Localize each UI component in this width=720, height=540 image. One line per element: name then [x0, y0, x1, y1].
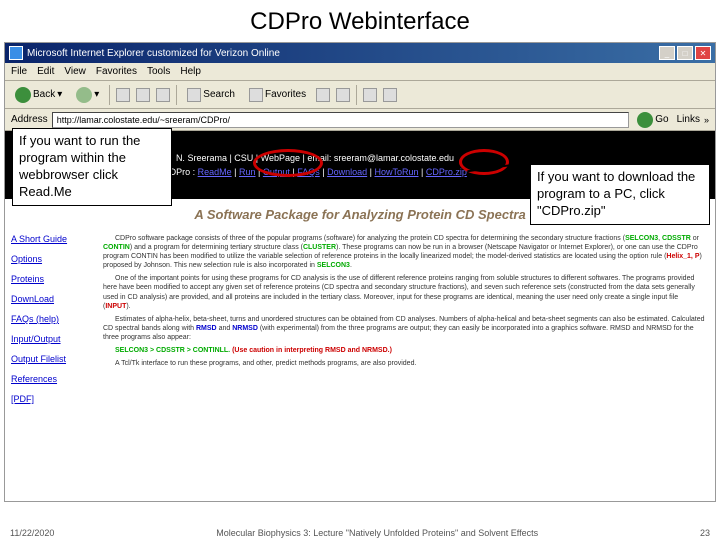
- separator: [356, 85, 357, 105]
- para1: CDPro software package consists of three…: [103, 234, 707, 270]
- footer-page: 23: [700, 528, 710, 538]
- forward-icon: [76, 87, 92, 103]
- go-label: Go: [655, 114, 668, 125]
- window-title: Microsoft Internet Explorer customized f…: [27, 48, 659, 59]
- callout-zip: If you want to download the program to a…: [530, 164, 710, 225]
- slide-title: CDPro Webinterface: [0, 0, 720, 40]
- sidebar-item-pdf[interactable]: [PDF]: [11, 394, 89, 404]
- print-icon[interactable]: [383, 88, 397, 102]
- menu-bar: File Edit View Favorites Tools Help: [5, 63, 715, 81]
- footer-date: 11/22/2020: [10, 528, 54, 538]
- mail-icon[interactable]: [363, 88, 377, 102]
- link-download[interactable]: Download: [327, 167, 367, 177]
- callout-readme: If you want to run the program within th…: [12, 128, 172, 206]
- sidebar-item-guide[interactable]: A Short Guide: [11, 234, 89, 244]
- sidebar-item-options[interactable]: Options: [11, 254, 89, 264]
- links-label[interactable]: Links: [677, 114, 700, 125]
- menu-tools[interactable]: Tools: [147, 66, 170, 77]
- stop-icon[interactable]: [116, 88, 130, 102]
- search-label: Search: [203, 89, 235, 100]
- link-howto[interactable]: HowToRun: [374, 167, 418, 177]
- star-icon: [249, 88, 263, 102]
- sidebar-item-io[interactable]: Input/Output: [11, 334, 89, 344]
- favorites-button[interactable]: Favorites: [245, 86, 310, 104]
- forward-button[interactable]: ▾: [72, 85, 103, 105]
- refresh-icon[interactable]: [136, 88, 150, 102]
- minimize-button[interactable]: _: [659, 46, 675, 60]
- slide-footer: 11/22/2020 Molecular Biophysics 3: Lectu…: [0, 528, 720, 538]
- toolbar: Back ▾ ▾ Search Favorites: [5, 81, 715, 109]
- para3: Estimates of alpha-helix, beta-sheet, tu…: [103, 315, 707, 342]
- search-icon: [187, 88, 201, 102]
- go-icon: [637, 112, 653, 128]
- links-chevron-icon[interactable]: »: [704, 115, 709, 125]
- address-label: Address: [11, 114, 48, 125]
- para5: A Tcl/Tk interface to run these programs…: [103, 359, 707, 368]
- sidebar-item-download[interactable]: DownLoad: [11, 294, 89, 304]
- menu-edit[interactable]: Edit: [37, 66, 54, 77]
- footer-lecture: Molecular Biophysics 3: Lecture "Nativel…: [216, 528, 538, 538]
- link-run[interactable]: Run: [239, 167, 256, 177]
- go-button[interactable]: Go: [633, 110, 672, 130]
- media-icon[interactable]: [316, 88, 330, 102]
- sidebar-item-faqs[interactable]: FAQs (help): [11, 314, 89, 324]
- sidebar: A Short Guide Options Proteins DownLoad …: [5, 230, 95, 418]
- home-icon[interactable]: [156, 88, 170, 102]
- sidebar-item-filelist[interactable]: Output Filelist: [11, 354, 89, 364]
- back-icon: [15, 87, 31, 103]
- para2: One of the important points for using th…: [103, 274, 707, 310]
- menu-favorites[interactable]: Favorites: [96, 66, 137, 77]
- main-content: A Short Guide Options Proteins DownLoad …: [5, 230, 715, 418]
- para4: SELCON3 > CDSSTR > CONTINLL. (Use cautio…: [103, 346, 707, 355]
- back-label: Back: [33, 89, 55, 100]
- menu-help[interactable]: Help: [180, 66, 201, 77]
- history-icon[interactable]: [336, 88, 350, 102]
- sidebar-item-refs[interactable]: References: [11, 374, 89, 384]
- highlight-oval-readme: [253, 149, 323, 177]
- browser-window: Microsoft Internet Explorer customized f…: [4, 42, 716, 502]
- sidebar-item-proteins[interactable]: Proteins: [11, 274, 89, 284]
- menu-file[interactable]: File: [11, 66, 27, 77]
- back-button[interactable]: Back ▾: [11, 85, 66, 105]
- body-text: CDPro software package consists of three…: [95, 230, 715, 418]
- search-button[interactable]: Search: [183, 86, 239, 104]
- ie-icon: [9, 46, 23, 60]
- link-zip[interactable]: CDPro.zip: [426, 167, 467, 177]
- menu-view[interactable]: View: [64, 66, 86, 77]
- address-input[interactable]: [52, 112, 630, 128]
- title-bar: Microsoft Internet Explorer customized f…: [5, 43, 715, 63]
- window-buttons: _ □ ✕: [659, 46, 711, 60]
- maximize-button[interactable]: □: [677, 46, 693, 60]
- close-button[interactable]: ✕: [695, 46, 711, 60]
- separator: [109, 85, 110, 105]
- separator: [176, 85, 177, 105]
- link-readme[interactable]: ReadMe: [198, 167, 232, 177]
- favorites-label: Favorites: [265, 89, 306, 100]
